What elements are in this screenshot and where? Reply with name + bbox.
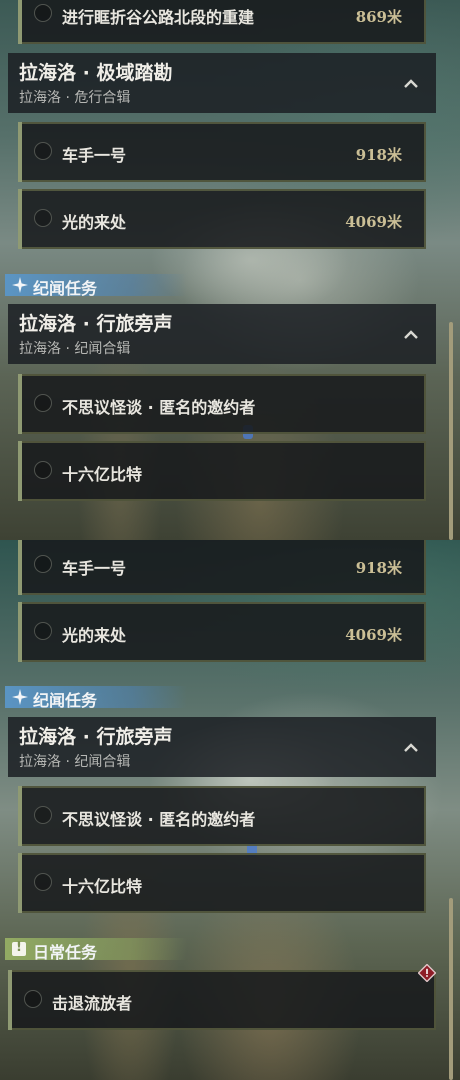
quest-status-circle	[34, 873, 52, 891]
quest-status-circle	[34, 209, 52, 227]
quest-status-circle	[34, 622, 52, 640]
quest-name: 车手一号	[62, 146, 127, 165]
exclamation-box-icon: !	[12, 940, 26, 956]
group-subtitle: 拉海洛 · 纪闻合辑	[19, 341, 131, 357]
quest-status-circle	[34, 806, 52, 824]
quest-distance: 4069米	[345, 213, 402, 231]
alert-diamond-icon	[418, 964, 436, 982]
quest-name: 车手一号	[62, 559, 127, 578]
quest-name: 进行眶折谷公路北段的重建	[62, 8, 255, 27]
sparkle-icon	[12, 689, 28, 705]
quest-distance: 869米	[355, 8, 402, 26]
quest-name: 光的来处	[62, 626, 127, 645]
quest-status-circle	[34, 394, 52, 412]
category-label: 纪闻任务	[33, 279, 98, 298]
quest-item[interactable]: 十六亿比特	[18, 853, 426, 913]
quest-item[interactable]: 不思议怪谈 · 匿名的邀约者	[18, 786, 426, 846]
scrollbar[interactable]	[449, 898, 453, 1080]
quest-name: 不思议怪谈 · 匿名的邀约者	[62, 810, 256, 829]
quest-name: 不思议怪谈 · 匿名的邀约者	[62, 398, 256, 417]
quest-item[interactable]: 击退流放者	[8, 970, 436, 1030]
quest-item[interactable]: 不思议怪谈 · 匿名的邀约者	[18, 374, 426, 434]
category-header: 纪闻任务	[5, 274, 187, 298]
quest-item[interactable]: 十六亿比特	[18, 441, 426, 501]
quest-name: 击退流放者	[52, 994, 133, 1013]
chevron-up-icon[interactable]	[404, 328, 418, 342]
group-subtitle: 拉海洛 · 纪闻合辑	[19, 754, 131, 770]
quest-status-circle	[34, 142, 52, 160]
quest-status-circle	[34, 461, 52, 479]
quest-status-circle	[34, 4, 52, 22]
sparkle-icon	[12, 277, 28, 293]
category-header: 纪闻任务	[5, 686, 187, 710]
quest-status-circle	[34, 555, 52, 573]
quest-distance: 4069米	[345, 626, 402, 644]
category-label: 纪闻任务	[33, 691, 98, 710]
category-label: 日常任务	[33, 943, 98, 962]
quest-name: 光的来处	[62, 213, 127, 232]
quest-panel-bottom: 车手一号 918米 光的来处 4069米 纪闻任务 拉海洛 · 行旅旁声 拉海洛…	[0, 540, 460, 1080]
quest-group-header[interactable]: 拉海洛 · 极域踏勘 拉海洛 · 危行合辑	[8, 53, 436, 113]
group-subtitle: 拉海洛 · 危行合辑	[19, 90, 131, 106]
quest-item[interactable]: 车手一号 918米	[18, 540, 426, 595]
quest-group-header[interactable]: 拉海洛 · 行旅旁声 拉海洛 · 纪闻合辑	[8, 717, 436, 777]
quest-distance: 918米	[355, 146, 402, 164]
group-title: 拉海洛 · 行旅旁声	[19, 726, 173, 748]
chevron-up-icon[interactable]	[404, 77, 418, 91]
chevron-up-icon[interactable]	[404, 741, 418, 755]
quest-item[interactable]: 进行眶折谷公路北段的重建 869米	[18, 0, 426, 44]
quest-item[interactable]: 光的来处 4069米	[18, 602, 426, 662]
quest-group-header[interactable]: 拉海洛 · 行旅旁声 拉海洛 · 纪闻合辑	[8, 304, 436, 364]
quest-name: 十六亿比特	[62, 877, 143, 896]
quest-distance: 918米	[355, 559, 402, 577]
group-title: 拉海洛 · 行旅旁声	[19, 313, 173, 335]
quest-name: 十六亿比特	[62, 465, 143, 484]
group-title: 拉海洛 · 极域踏勘	[19, 62, 173, 84]
category-header-daily: ! 日常任务	[5, 938, 187, 962]
quest-status-circle	[24, 990, 42, 1008]
quest-panel-top: 进行眶折谷公路北段的重建 869米 拉海洛 · 极域踏勘 拉海洛 · 危行合辑 …	[0, 0, 460, 540]
quest-item[interactable]: 车手一号 918米	[18, 122, 426, 182]
quest-item[interactable]: 光的来处 4069米	[18, 189, 426, 249]
scrollbar[interactable]	[449, 322, 453, 540]
